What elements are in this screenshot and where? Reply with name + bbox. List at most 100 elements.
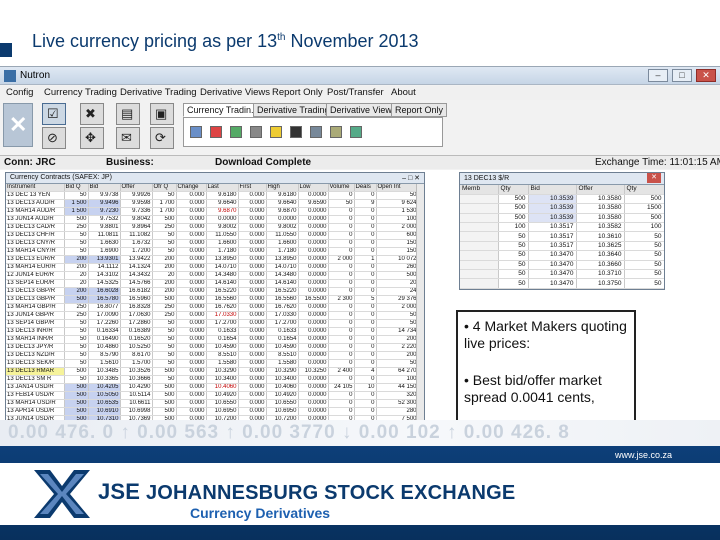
table-row[interactable]: 13 DEC13 GBP/R 500 16.5780 16.5960 500 0.000 1… bbox=[6, 295, 419, 305]
depth-column-header[interactable]: Qty bbox=[624, 185, 664, 195]
depth-cell: 10.3470 bbox=[528, 260, 577, 271]
folder-icon[interactable] bbox=[270, 126, 282, 138]
grid-cell: 0.000 bbox=[238, 335, 267, 345]
refresh-icon[interactable]: ⟳ bbox=[150, 127, 174, 149]
grid-column-header[interactable]: Change bbox=[176, 184, 207, 193]
grid-column-header[interactable]: Deals bbox=[354, 184, 377, 193]
table-row[interactable]: 13 DEC13 RMAR 500 10.3485 10.3526 500 0.000 10… bbox=[6, 367, 419, 377]
order-entry-icon[interactable]: ☑ bbox=[42, 103, 66, 125]
menu-report-only[interactable]: Report Only bbox=[272, 87, 323, 98]
table-row[interactable]: 13 APR14 USD/R 500 10.6910 10.6998 500 0.000 1… bbox=[6, 407, 419, 417]
grid-column-header[interactable]: Bid Q bbox=[64, 184, 89, 193]
depth-column-header[interactable]: Offer bbox=[576, 185, 625, 195]
table-row[interactable]: 13 SEP14 EUR/R 20 14.5325 14.5766 200 0.000 14… bbox=[6, 279, 419, 289]
table-row[interactable]: 13 DEC13 NZD/R 50 8.5790 8.6170 50 0.000 8.551… bbox=[6, 351, 419, 361]
table-row[interactable]: 100 10.3517 10.3582 100 bbox=[460, 222, 664, 233]
table-row[interactable]: 50 10.3470 10.3660 50 bbox=[460, 260, 664, 271]
print-icon[interactable] bbox=[330, 126, 342, 138]
grid-column-header[interactable]: First bbox=[238, 184, 267, 193]
table-row[interactable]: 13 DEC 13 YEN 50 9.9738 9.9926 50 0.000 9.6180… bbox=[6, 191, 419, 201]
grid-column-header[interactable]: Low bbox=[298, 184, 329, 193]
grid-cell: 10.3400 bbox=[206, 375, 239, 385]
table-row[interactable]: 500 10.3539 10.3580 500 bbox=[460, 194, 664, 205]
list-icon[interactable] bbox=[250, 126, 262, 138]
table-row[interactable]: 13 DEC13 INR/R 50 0.16334 0.16389 50 0.000 0.1… bbox=[6, 327, 419, 337]
tab-derivative-trading[interactable]: Derivative Trading bbox=[253, 103, 334, 117]
depth-column-header[interactable]: Memb bbox=[460, 185, 499, 195]
table-row[interactable]: 500 10.3539 10.3580 500 bbox=[460, 213, 664, 224]
maximize-button[interactable]: □ bbox=[672, 69, 692, 82]
depth-column-header[interactable]: Bid bbox=[528, 185, 577, 195]
message-icon[interactable]: ✉ bbox=[116, 127, 140, 149]
grid-column-header[interactable]: Open Int bbox=[376, 184, 419, 193]
globe-icon[interactable] bbox=[350, 126, 362, 138]
table-row[interactable]: 13 DEC13 AUD/R 1 500 9.9496 9.9598 1 700 0.00… bbox=[6, 199, 419, 209]
book-icon[interactable] bbox=[190, 126, 202, 138]
table-row[interactable]: 13 DEC13 CAD/R 250 9.8801 9.8964 250 0.000 9.8… bbox=[6, 223, 419, 233]
menu-about[interactable]: About bbox=[391, 87, 416, 98]
table-row[interactable]: 13 SEP14 GBP/R 50 17.2260 17.2860 50 0.000 17.… bbox=[6, 319, 419, 329]
filter-icon[interactable] bbox=[290, 126, 302, 138]
table-row[interactable]: 13 DEC13 EUR/R 200 13.9301 13.9422 200 0.000 1… bbox=[6, 255, 419, 265]
grid-cell: 0.000 bbox=[238, 311, 267, 321]
grid-scrollbar[interactable] bbox=[416, 184, 424, 439]
menu-post-transfer[interactable]: Post/Transfer bbox=[327, 87, 384, 98]
table-row[interactable]: 13 DEC13 SEK/R 50 1.5610 1.5700 50 0.000 1.558… bbox=[6, 359, 419, 369]
table-row[interactable]: 12 JUN14 EUR/R 20 14.3102 14.3432 20 0.000 14.… bbox=[6, 271, 419, 281]
table-row[interactable]: 13 DEC13 JPY/R 50 10.4860 10.5250 50 0.000 10.… bbox=[6, 343, 419, 353]
table-row[interactable]: 13 DEC13 SM R 50 10.3365 10.3666 50 0.000 10.3… bbox=[6, 375, 419, 385]
grid-column-header[interactable]: Offer bbox=[120, 184, 153, 193]
table-row[interactable]: 50 10.3517 10.3610 50 bbox=[460, 231, 664, 242]
grid-cell: 9.8002 bbox=[266, 223, 299, 233]
minimize-button[interactable]: – bbox=[648, 69, 668, 82]
cancel-order-icon[interactable]: ✖ bbox=[80, 103, 104, 125]
grid-column-header[interactable]: High bbox=[266, 184, 299, 193]
table-row[interactable]: 13 MAR14 EUR/R 200 14.1112 14.1324 200 0.000 1… bbox=[6, 263, 419, 273]
grid-cell: 0 bbox=[354, 375, 377, 385]
table-row[interactable]: 13 MAR14 CNY/R 50 1.6900 1.7200 50 0.000 1.718… bbox=[6, 247, 419, 257]
table-row[interactable]: 13 MAR14 GBP/R 250 16.8077 16.8328 250 0.000 1… bbox=[6, 303, 419, 313]
tab-report-only[interactable]: Report Only bbox=[391, 103, 448, 117]
grid-column-header[interactable]: Bid bbox=[88, 184, 121, 193]
title-marker bbox=[0, 43, 12, 57]
table-row[interactable]: 13 MAR14 AUD/R 1 500 9.7230 9.7336 1 700 0.00… bbox=[6, 207, 419, 217]
tools-icon[interactable] bbox=[310, 126, 322, 138]
table-row[interactable]: 13 JUN14 AUD/R 500 9.7532 9.8042 500 0.000 0.0… bbox=[6, 215, 419, 225]
close-button[interactable]: ✕ bbox=[696, 69, 716, 82]
grid-column-header[interactable]: Ofr Q bbox=[152, 184, 177, 193]
grid-cell: 250 bbox=[152, 311, 177, 321]
table-row[interactable]: 13 DEC13 CNY/R 50 1.6630 1.6732 50 0.000 1.660… bbox=[6, 239, 419, 249]
tab-derivative-views[interactable]: Derivative Views bbox=[326, 103, 401, 117]
depth-column-header[interactable]: Qty bbox=[498, 185, 529, 195]
grid-column-header[interactable]: Instrument bbox=[6, 184, 65, 193]
trade-report-icon[interactable]: ▤ bbox=[116, 103, 140, 125]
deal-capture-icon[interactable]: ▣ bbox=[150, 103, 174, 125]
move-order-icon[interactable]: ✥ bbox=[80, 127, 104, 149]
menu-currency-trading[interactable]: Currency Trading bbox=[44, 87, 117, 98]
tab-currency-trading[interactable]: Currency Tradin... bbox=[183, 103, 263, 117]
grid-cell: 0.000 bbox=[176, 319, 207, 329]
table-row[interactable]: 13 JAN14 USD/R 500 10.4205 10.4290 500 0.000 1… bbox=[6, 383, 419, 393]
table-row[interactable]: 13 JUN14 GBP/R 250 17.0090 17.0630 250 0.000 1… bbox=[6, 311, 419, 321]
grid-column-header[interactable]: Last bbox=[206, 184, 239, 193]
table-row[interactable]: 13 DEC13 GBP/R 200 16.6028 16.6182 200 0.000 1… bbox=[6, 287, 419, 297]
chart-icon[interactable] bbox=[230, 126, 242, 138]
menu-derivative-trading[interactable]: Derivative Trading bbox=[120, 87, 197, 98]
table-row[interactable]: 13 MAR14 USD/R 500 10.6535 10.6611 500 0.000 1… bbox=[6, 399, 419, 409]
table-row[interactable]: 13 FEB14 USD/R 500 10.5050 10.5114 500 0.000 1… bbox=[6, 391, 419, 401]
table-row[interactable]: 50 10.3470 10.3640 50 bbox=[460, 250, 664, 261]
table-row[interactable]: 50 10.3470 10.3750 50 bbox=[460, 278, 664, 289]
grid-title: Currency Contracts (SAFEX: JP) – □ ✕ bbox=[6, 173, 424, 184]
table-row[interactable]: 500 10.3539 10.3580 1500 bbox=[460, 203, 664, 214]
grid-column-header[interactable]: Volume bbox=[328, 184, 355, 193]
table-row[interactable]: 50 10.3517 10.3625 50 bbox=[460, 241, 664, 252]
suspend-icon[interactable]: ⊘ bbox=[42, 127, 66, 149]
menu-derivative-views[interactable]: Derivative Views bbox=[200, 87, 270, 98]
grid-cell: 0 bbox=[328, 263, 355, 273]
depth-close-button[interactable]: ✕ bbox=[647, 173, 661, 183]
table-row[interactable]: 50 10.3470 10.3710 50 bbox=[460, 269, 664, 280]
alert-icon[interactable] bbox=[210, 126, 222, 138]
menu-config[interactable]: Config bbox=[6, 87, 33, 98]
table-row[interactable]: 13 DEC13 CHF/R 50 11.0811 11.1082 50 0.000 11.… bbox=[6, 231, 419, 241]
table-row[interactable]: 13 MAR14 INR/R 50 0.16490 0.16520 50 0.000 0.1… bbox=[6, 335, 419, 345]
